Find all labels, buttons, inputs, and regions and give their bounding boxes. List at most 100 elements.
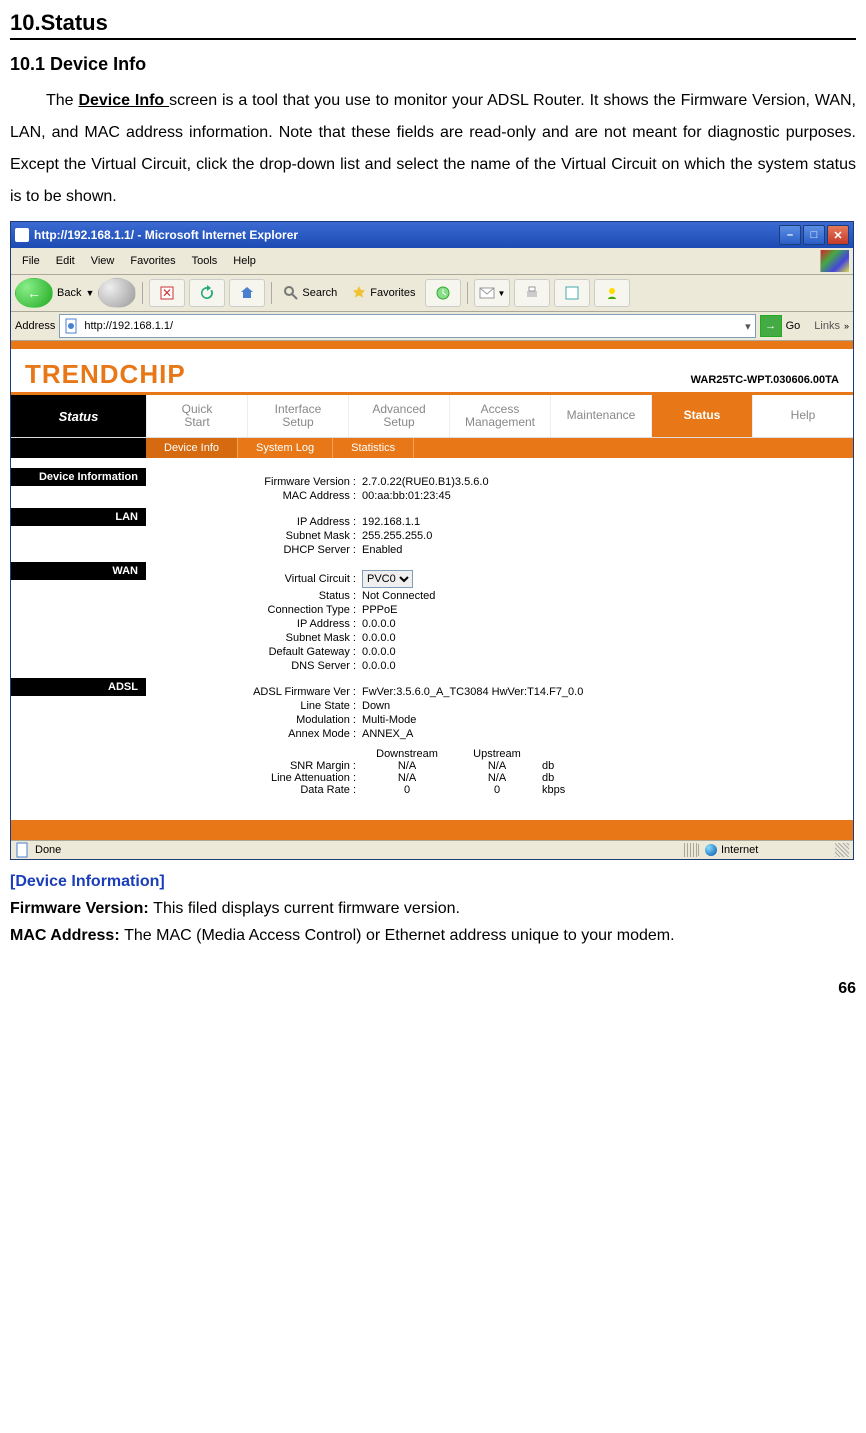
search-button[interactable]: Search (278, 279, 342, 307)
minimize-button[interactable]: – (779, 225, 801, 245)
col-downstream: Downstream (362, 748, 452, 760)
value-annex-mode: ANNEX_A (362, 728, 843, 740)
window-title: http://192.168.1.1/ - Microsoft Internet… (34, 228, 779, 242)
value-line-state: Down (362, 700, 843, 712)
menu-favorites[interactable]: Favorites (123, 254, 182, 268)
history-button[interactable] (425, 279, 461, 307)
fw-line: Firmware Version: This filed displays cu… (10, 895, 856, 922)
zone-label: Internet (721, 844, 758, 856)
svg-text:✕: ✕ (162, 286, 172, 300)
tab-quick-start[interactable]: Quick Start (146, 395, 247, 437)
section-label-wan: WAN (11, 562, 146, 580)
value-lan-mask: 255.255.255.0 (362, 530, 843, 542)
print-button[interactable] (514, 279, 550, 307)
value-dns-server: 0.0.0.0 (362, 660, 843, 672)
label-lan-dhcp: DHCP Server : (156, 544, 356, 556)
tab-status[interactable]: Status (651, 395, 752, 437)
label-wan-ip: IP Address : (156, 618, 356, 630)
subtab-system-log[interactable]: System Log (238, 438, 333, 458)
stop-button[interactable]: ✕ (149, 279, 185, 307)
label-firmware-version: Firmware Version : (156, 476, 356, 488)
edit-button[interactable] (554, 279, 590, 307)
links-label[interactable]: Links (814, 320, 840, 332)
value-lan-dhcp: Enabled (362, 544, 843, 556)
col-upstream: Upstream (452, 748, 542, 760)
router-footer-bar (11, 820, 853, 840)
mac-line: MAC Address: The MAC (Media Access Contr… (10, 922, 856, 949)
value-connection-type: PPPoE (362, 604, 843, 616)
close-button[interactable]: ✕ (827, 225, 849, 245)
value-adsl-fw: FwVer:3.5.6.0_A_TC3084 HwVer:T14.F7_0.0 (362, 686, 843, 698)
page-icon (15, 842, 31, 858)
table-row: Line Attenuation : N/A N/A db (156, 772, 843, 784)
ie-app-icon (15, 228, 29, 242)
device-info-inline: Device Info (78, 92, 169, 109)
refresh-button[interactable] (189, 279, 225, 307)
brand-logo: TRENDCHIP (25, 359, 186, 390)
back-label: Back (57, 287, 81, 299)
home-button[interactable] (229, 279, 265, 307)
value-lan-ip: 192.168.1.1 (362, 516, 843, 528)
browser-window: http://192.168.1.1/ - Microsoft Internet… (10, 221, 854, 860)
value-wan-ip: 0.0.0.0 (362, 618, 843, 630)
back-button[interactable]: ← (15, 278, 53, 308)
label-lan-ip: IP Address : (156, 516, 356, 528)
tab-access-management[interactable]: Access Management (449, 395, 550, 437)
virtual-circuit-select[interactable]: PVC0 (362, 570, 413, 588)
value-firmware-version: 2.7.0.22(RUE0.B1)3.5.6.0 (362, 476, 843, 488)
windows-flag-icon (820, 250, 849, 272)
label-line-state: Line State : (156, 700, 356, 712)
intro-pre: The (46, 92, 78, 109)
label-connection-type: Connection Type : (156, 604, 356, 616)
value-wan-status: Not Connected (362, 590, 843, 602)
address-bar: Address http://192.168.1.1/ ▾ → Go Links… (11, 312, 853, 341)
label-mac-address: MAC Address : (156, 490, 356, 502)
favorites-button[interactable]: Favorites (346, 279, 420, 307)
page-icon (64, 318, 80, 334)
tab-help[interactable]: Help (752, 395, 853, 437)
messenger-button[interactable] (594, 279, 630, 307)
main-nav: Status Quick Start Interface Setup Advan… (11, 395, 853, 438)
section-label-lan: LAN (11, 508, 146, 526)
label-default-gateway: Default Gateway : (156, 646, 356, 658)
forward-button[interactable]: → (98, 278, 136, 308)
sub-nav: Device Info System Log Statistics (11, 438, 853, 458)
go-button[interactable]: → (760, 315, 782, 337)
menu-tools[interactable]: Tools (185, 254, 225, 268)
internet-zone-icon (705, 844, 717, 856)
mail-button[interactable]: ▼ (474, 279, 511, 307)
label-lan-mask: Subnet Mask : (156, 530, 356, 542)
menu-view[interactable]: View (84, 254, 122, 268)
address-label: Address (15, 320, 55, 332)
tab-advanced-setup[interactable]: Advanced Setup (348, 395, 449, 437)
label-virtual-circuit: Virtual Circuit : (156, 573, 356, 585)
tab-interface-setup[interactable]: Interface Setup (247, 395, 348, 437)
label-wan-status: Status : (156, 590, 356, 602)
resize-grip[interactable] (835, 843, 849, 857)
subtab-device-info[interactable]: Device Info (146, 438, 238, 458)
bottom-heading: [Device Information] (10, 868, 856, 895)
maximize-button[interactable]: □ (803, 225, 825, 245)
menu-help[interactable]: Help (226, 254, 263, 268)
tab-maintenance[interactable]: Maintenance (550, 395, 651, 437)
label-dns-server: DNS Server : (156, 660, 356, 672)
menu-bar: File Edit View Favorites Tools Help (11, 248, 853, 275)
label-annex-mode: Annex Mode : (156, 728, 356, 740)
label-wan-mask: Subnet Mask : (156, 632, 356, 644)
address-input[interactable]: http://192.168.1.1/ ▾ (59, 314, 755, 338)
menu-edit[interactable]: Edit (49, 254, 82, 268)
value-modulation: Multi-Mode (362, 714, 843, 726)
table-row: Data Rate : 0 0 kbps (156, 784, 843, 796)
value-default-gateway: 0.0.0.0 (362, 646, 843, 658)
value-wan-mask: 0.0.0.0 (362, 632, 843, 644)
favorites-label: Favorites (370, 287, 415, 299)
page-number: 66 (10, 980, 856, 998)
section-heading: 10.Status (10, 10, 856, 40)
firmware-id: WAR25TC-WPT.030606.00TA (691, 374, 839, 386)
label-modulation: Modulation : (156, 714, 356, 726)
address-url: http://192.168.1.1/ (84, 320, 173, 332)
adsl-stats-table: Downstream Upstream SNR Margin : N/A N/A… (156, 748, 843, 796)
status-bar: Done Internet (11, 840, 853, 859)
subtab-statistics[interactable]: Statistics (333, 438, 414, 458)
menu-file[interactable]: File (15, 254, 47, 268)
